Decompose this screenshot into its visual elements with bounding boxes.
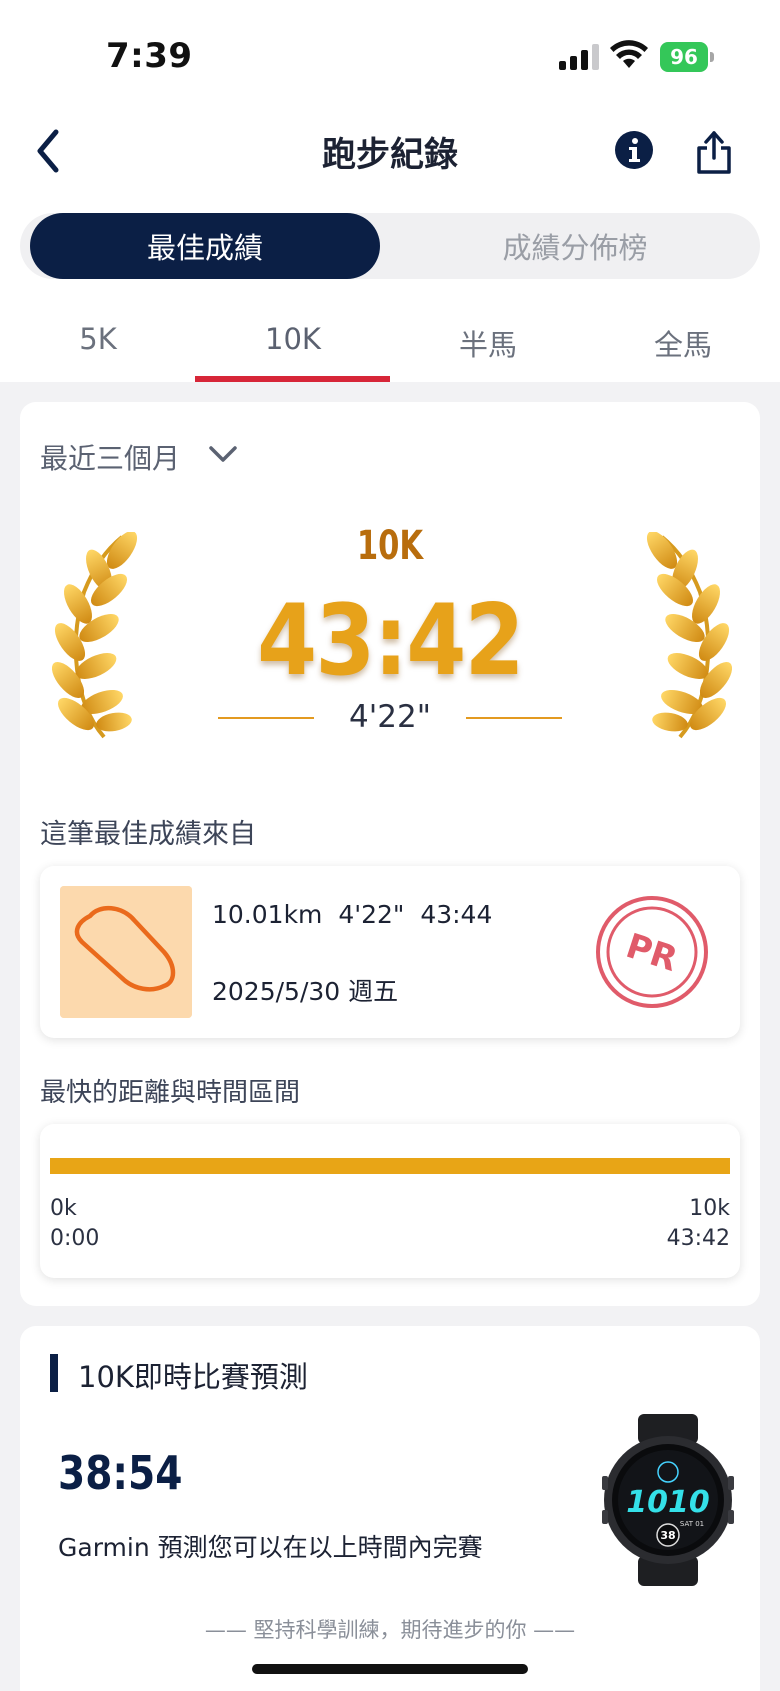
prediction-description: Garmin 預測您可以在以上時間內完賽	[58, 1533, 483, 1562]
range-bar-fill	[50, 1158, 730, 1174]
route-map-thumbnail	[60, 886, 192, 1018]
activity-distance: 10.01km	[212, 900, 323, 929]
status-time: 7:39	[106, 36, 193, 76]
watch-time: 1010	[626, 1485, 710, 1520]
info-icon[interactable]	[614, 130, 654, 170]
tab-indicator	[195, 376, 390, 382]
activity-pace: 4'22"	[338, 900, 405, 929]
cellular-signal-icon	[559, 44, 599, 70]
activity-duration: 43:44	[420, 900, 493, 929]
watch-date: SAT 01	[680, 1520, 704, 1528]
page-title: 跑步紀錄	[322, 135, 458, 175]
tab-half-marathon[interactable]: 半馬	[390, 322, 586, 364]
range-start-distance: 0k	[50, 1196, 77, 1221]
prediction-time: 38:54	[58, 1446, 183, 1500]
best-pace: 4'22"	[349, 699, 431, 735]
tab-10k[interactable]: 10K	[195, 322, 391, 356]
chevron-down-icon[interactable]	[206, 440, 240, 468]
range-end-distance: 10k	[689, 1196, 730, 1221]
record-type-segment: 最佳成績 成績分佈榜	[20, 213, 760, 279]
range-start-time: 0:00	[50, 1226, 100, 1251]
best-time: 43:42	[257, 584, 524, 698]
wifi-icon	[610, 40, 648, 68]
footer-motto: —— 堅持科學訓練，期待進步的你 ——	[204, 1618, 576, 1642]
tab-5k[interactable]: 5K	[0, 322, 196, 356]
activity-date: 2025/5/30 週五	[212, 977, 399, 1006]
segment-best-results[interactable]: 最佳成績	[30, 213, 380, 279]
best-distance: 10K	[356, 523, 424, 569]
garmin-watch-image: 1010 SAT 01 38	[602, 1414, 734, 1586]
activity-stats: 10.01km 4'22" 43:44	[212, 900, 492, 929]
battery-level: 96	[660, 42, 708, 72]
watch-number: 38	[660, 1529, 675, 1542]
fastest-range-label: 最快的距離與時間區間	[40, 1078, 301, 1108]
tab-full-marathon[interactable]: 全馬	[585, 322, 780, 364]
pr-badge-icon: PR	[596, 896, 708, 1008]
period-selector[interactable]: 最近三個月	[40, 437, 180, 477]
range-end-time: 43:42	[666, 1226, 730, 1251]
battery-icon: 96	[660, 42, 714, 72]
share-icon[interactable]	[694, 128, 734, 176]
section-accent-bar	[50, 1354, 58, 1392]
home-indicator	[252, 1664, 528, 1674]
source-label: 這筆最佳成績來自	[40, 819, 256, 850]
range-bar	[50, 1158, 730, 1174]
prediction-title: 10K即時比賽預測	[78, 1360, 308, 1394]
fastest-range-card	[40, 1124, 740, 1278]
segment-distribution-ranking[interactable]: 成績分佈榜	[400, 213, 750, 279]
pr-badge-text: PR	[621, 926, 682, 980]
